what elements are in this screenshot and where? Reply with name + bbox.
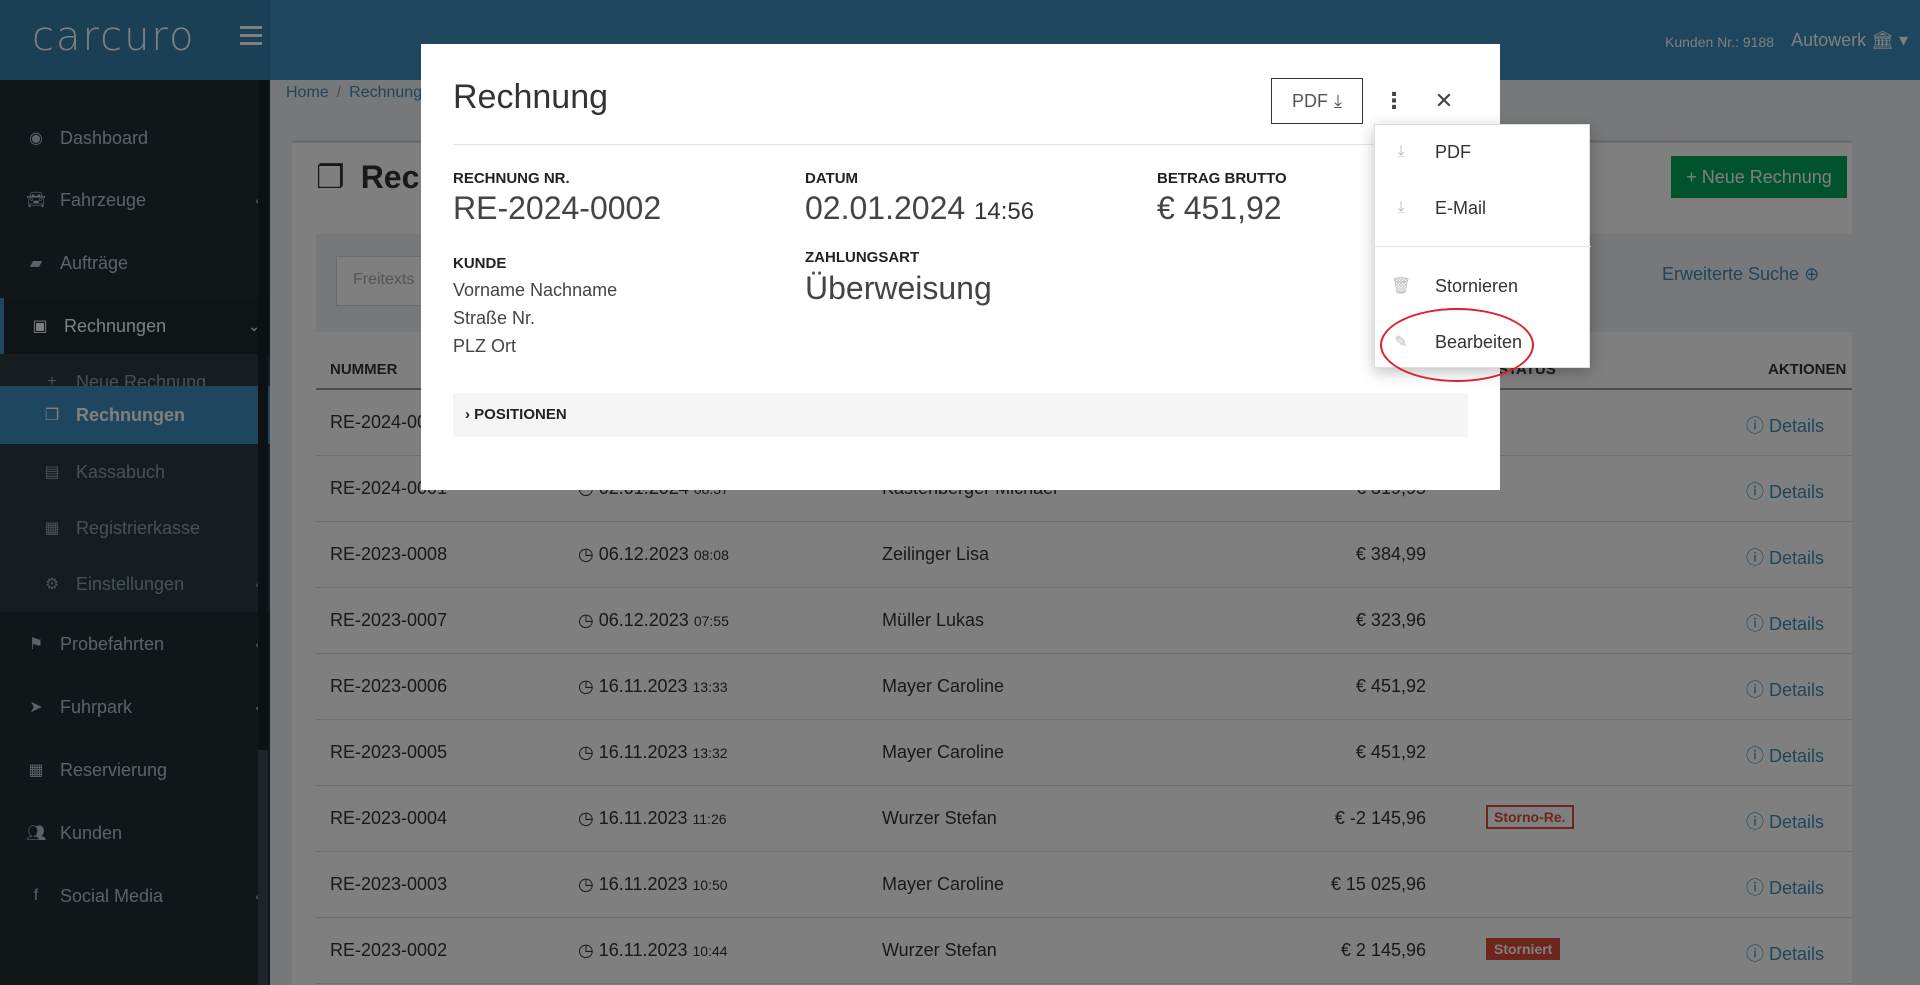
chevron-right-icon: › <box>465 406 470 423</box>
dropdown-item-pdf[interactable]: ⤓ PDF <box>1375 127 1591 177</box>
invoice-modal: Rechnung PDF ⤓ ⋮ ✕ RECHNUNG NR. RE-2024-… <box>421 44 1500 490</box>
dropdown-item-stornieren[interactable]: 🗑︎ Stornieren <box>1375 261 1591 311</box>
date-value: 02.01.2024 14:56 <box>805 190 1035 226</box>
dropdown-divider <box>1375 246 1591 247</box>
annotation-highlight <box>1380 308 1534 382</box>
customer-label: KUNDE <box>453 255 507 272</box>
payment-method-label: ZAHLUNGSART <box>805 249 920 266</box>
gross-amount-value: € 451,92 <box>1157 190 1282 226</box>
positions-toggle[interactable]: › POSITIONEN <box>453 393 1468 437</box>
modal-title: Rechnung <box>453 78 609 116</box>
customer-street: Straße Nr. <box>453 308 536 328</box>
date-label: DATUM <box>805 170 859 187</box>
invoice-number-label: RECHNUNG NR. <box>453 170 570 187</box>
time-value: 14:56 <box>974 198 1035 225</box>
invoice-number-value: RE-2024-0002 <box>453 190 662 226</box>
modal-divider <box>453 144 1468 145</box>
download-icon: ⤓ <box>1334 90 1342 111</box>
download-icon: ⤓ <box>1397 143 1405 160</box>
trash-icon: 🗑︎ <box>1391 278 1412 295</box>
more-options-icon[interactable]: ⋮ <box>1381 88 1407 118</box>
customer-name: Vorname Nachname <box>453 280 618 300</box>
download-icon: ⤓ <box>1397 199 1405 216</box>
pdf-download-button[interactable]: PDF ⤓ <box>1271 78 1363 124</box>
payment-method-value: Überweisung <box>805 270 992 306</box>
dropdown-item-email[interactable]: ⤓ E-Mail <box>1375 183 1591 233</box>
gross-amount-label: BETRAG BRUTTO <box>1157 170 1287 187</box>
customer-city: PLZ Ort <box>453 336 517 356</box>
close-icon[interactable]: ✕ <box>1431 88 1457 118</box>
